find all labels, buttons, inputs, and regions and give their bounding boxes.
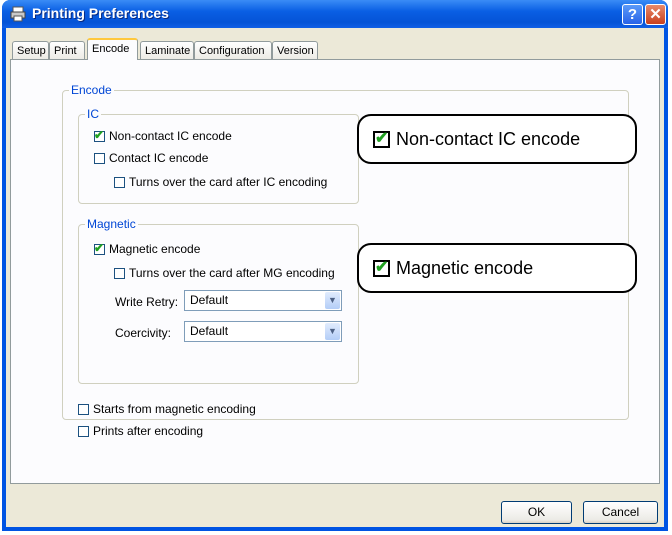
printing-preferences-window: Printing Preferences ? ✕ Setup Print Enc… — [2, 0, 668, 531]
checkbox-box: ✔ — [94, 240, 105, 255]
check-icon: ✔ — [375, 129, 389, 147]
chevron-down-icon[interactable]: ▼ — [325, 323, 340, 340]
tab-encode[interactable]: Encode — [87, 38, 138, 60]
callout-checkbox: ✔ — [373, 258, 390, 277]
tab-configuration[interactable]: Configuration — [194, 41, 272, 59]
starts-from-mg-label: Starts from magnetic encoding — [93, 402, 256, 416]
encode-group-label: Encode — [69, 83, 114, 97]
magnetic-callout-label: Magnetic encode — [396, 257, 534, 278]
contact-ic-checkbox[interactable]: Contact IC encode — [94, 151, 208, 165]
magnetic-encode-label: Magnetic encode — [109, 242, 201, 256]
checkbox-box — [78, 403, 89, 415]
prints-after-label: Prints after encoding — [93, 424, 204, 438]
printer-icon — [10, 6, 26, 22]
checkbox-box — [114, 176, 125, 188]
close-icon: ✕ — [649, 6, 662, 23]
dialog-client-area: Setup Print Encode Laminate Configuratio… — [6, 28, 664, 527]
ic-group-label: IC — [85, 107, 101, 121]
check-icon: ✔ — [375, 258, 389, 276]
coercivity-select[interactable]: Default ▼ — [184, 321, 342, 342]
magnetic-callout: ✔ Magnetic encode — [357, 243, 637, 293]
prints-after-checkbox[interactable]: Prints after encoding — [78, 424, 203, 438]
mg-turn-over-label: Turns over the card after MG encoding — [129, 266, 335, 280]
callout-checkbox: ✔ — [373, 129, 390, 148]
checkbox-box — [78, 425, 89, 437]
tab-laminate[interactable]: Laminate — [140, 41, 194, 59]
tab-print[interactable]: Print — [49, 41, 85, 59]
tab-version[interactable]: Version — [272, 41, 318, 59]
check-icon: ✔ — [94, 240, 105, 255]
check-icon: ✔ — [94, 127, 105, 142]
chevron-down-icon[interactable]: ▼ — [325, 292, 340, 309]
cancel-button[interactable]: Cancel — [583, 501, 658, 524]
coercivity-label: Coercivity: — [115, 326, 172, 340]
ic-turn-over-label: Turns over the card after IC encoding — [129, 175, 328, 189]
non-contact-callout-label: Non-contact IC encode — [396, 128, 581, 149]
magnetic-encode-checkbox[interactable]: ✔ Magnetic encode — [94, 240, 201, 256]
help-button[interactable]: ? — [622, 4, 643, 25]
close-button[interactable]: ✕ — [645, 4, 666, 25]
encode-tab-panel: Encode IC ✔ Non-contact IC encode Contac… — [10, 59, 660, 484]
non-contact-ic-label: Non-contact IC encode — [109, 129, 232, 143]
question-icon: ? — [627, 6, 638, 23]
checkbox-box — [94, 152, 105, 164]
ic-turn-over-checkbox[interactable]: Turns over the card after IC encoding — [114, 175, 327, 189]
checkbox-box — [114, 267, 125, 279]
tab-setup[interactable]: Setup — [12, 41, 49, 59]
coercivity-value: Default — [190, 324, 229, 338]
contact-ic-label: Contact IC encode — [109, 151, 209, 165]
window-title: Printing Preferences — [32, 5, 169, 21]
title-bar: Printing Preferences ? ✕ — [2, 0, 668, 28]
non-contact-ic-checkbox[interactable]: ✔ Non-contact IC encode — [94, 127, 232, 143]
write-retry-select[interactable]: Default ▼ — [184, 290, 342, 311]
checkbox-box: ✔ — [94, 127, 105, 142]
ok-button[interactable]: OK — [501, 501, 572, 524]
write-retry-value: Default — [190, 293, 229, 307]
magnetic-group-label: Magnetic — [85, 217, 138, 231]
non-contact-callout: ✔ Non-contact IC encode — [357, 114, 637, 164]
write-retry-label: Write Retry: — [115, 295, 179, 309]
mg-turn-over-checkbox[interactable]: Turns over the card after MG encoding — [114, 266, 335, 280]
starts-from-mg-checkbox[interactable]: Starts from magnetic encoding — [78, 402, 256, 416]
